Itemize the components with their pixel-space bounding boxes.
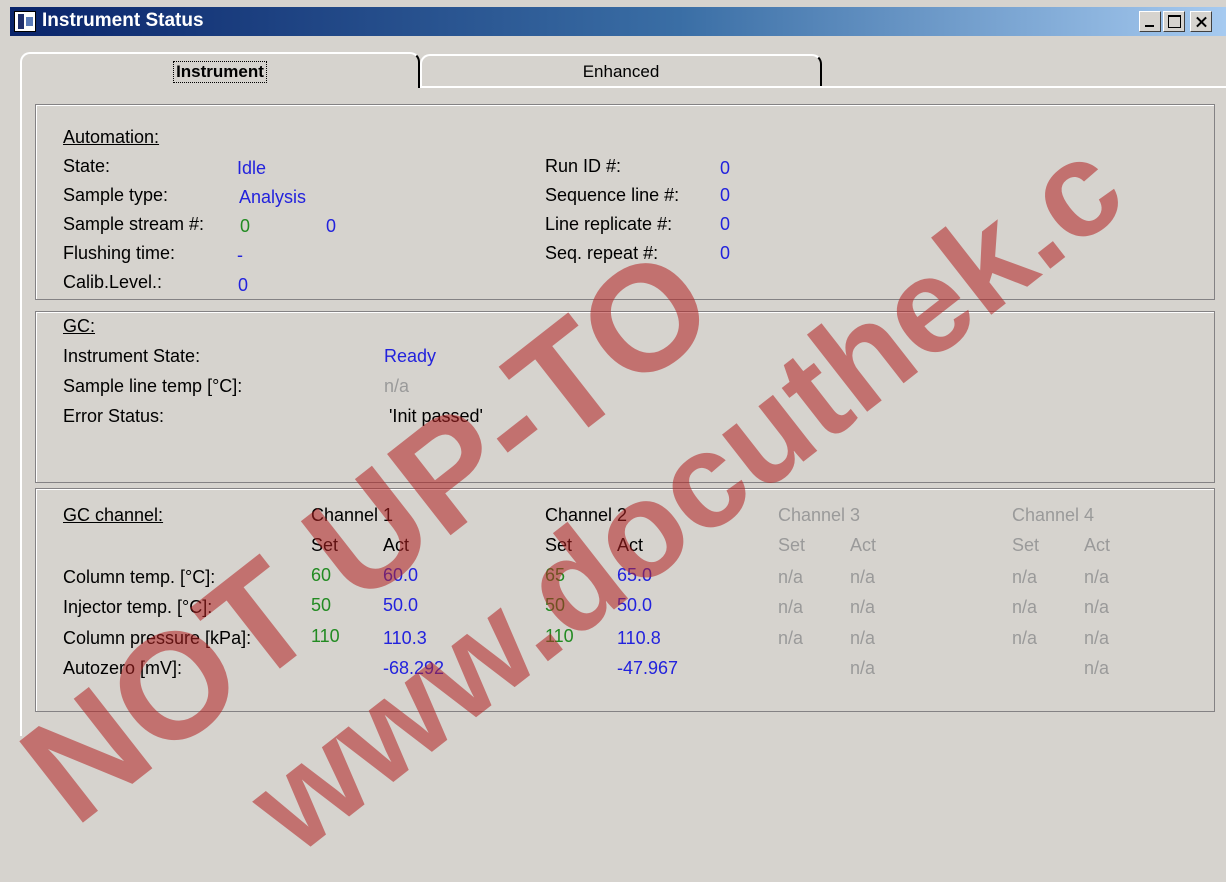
ch3-autozero-act: n/a [850,658,876,678]
channel-1-name: Channel 1 [311,505,394,525]
tab-instrument-label: Instrument [173,61,267,83]
ch3-column-temp-act: n/a [850,567,876,587]
ch4-injector-temp-act: n/a [1084,597,1110,617]
sample-line-temp-value: n/a [384,376,410,396]
gc-header: GC: [63,316,96,336]
flushing-time-label: Flushing time: [63,243,176,263]
ch4-column-pressure-set: n/a [1012,628,1038,648]
title-bar[interactable]: Instrument Status [10,7,1226,36]
run-id-label: Run ID #: [545,156,622,176]
sample-type-value: Analysis [239,187,307,207]
channel-2-act-header: Act [617,535,644,555]
state-value: Idle [237,158,267,178]
ch4-autozero-act: n/a [1084,658,1110,678]
maximize-button[interactable] [1163,11,1185,32]
injector-temp-label: Injector temp. [°C]: [63,597,213,617]
tab-instrument[interactable]: Instrument [20,52,420,88]
tab-enhanced[interactable]: Enhanced [420,54,822,88]
window-title: Instrument Status [42,10,204,31]
ch1-column-temp-act: 60.0 [383,565,419,585]
channel-1-set-header: Set [311,535,339,555]
column-temp-label: Column temp. [°C]: [63,567,216,587]
ch2-injector-temp-set: 50 [545,595,566,615]
ch2-injector-temp-act: 50.0 [617,595,653,615]
ch1-autozero-act: -68.292 [383,658,445,678]
ch3-column-pressure-set: n/a [778,628,804,648]
flushing-time-value: - [237,245,243,265]
error-status-label: Error Status: [63,406,165,426]
channel-3-set-header: Set [778,535,806,555]
minimize-button[interactable] [1139,11,1161,32]
sample-line-temp-label: Sample line temp [°C]: [63,376,243,396]
instrument-state-label: Instrument State: [63,346,201,366]
channel-3-act-header: Act [850,535,877,555]
run-id-value: 0 [720,158,731,178]
sample-stream-value-1: 0 [240,216,251,236]
calib-level-label: Calib.Level.: [63,272,163,292]
instrument-app-icon[interactable] [14,11,36,32]
channel-2-set-header: Set [545,535,573,555]
ch2-column-temp-set: 65 [545,565,566,585]
state-label: State: [63,156,111,176]
tab-enhanced-label: Enhanced [582,62,660,81]
channel-4-act-header: Act [1084,535,1111,555]
calib-level-value: 0 [238,275,249,295]
seq-repeat-label: Seq. repeat #: [545,243,659,263]
error-status-value: 'Init passed' [389,406,483,426]
line-replicate-label: Line replicate #: [545,214,673,234]
instrument-state-value: Ready [384,346,437,366]
channel-4-name: Channel 4 [1012,505,1095,525]
ch2-column-pressure-act: 110.8 [617,628,661,648]
channel-4-set-header: Set [1012,535,1040,555]
sample-stream-label: Sample stream #: [63,214,205,234]
column-pressure-label: Column pressure [kPa]: [63,628,252,648]
channel-2-name: Channel 2 [545,505,628,525]
ch4-column-pressure-act: n/a [1084,628,1110,648]
ch3-column-temp-set: n/a [778,567,804,587]
seq-repeat-value: 0 [720,243,731,263]
channel-3-name: Channel 3 [778,505,861,525]
sample-type-label: Sample type: [63,185,169,205]
sequence-line-value: 0 [720,185,731,205]
ch4-column-temp-set: n/a [1012,567,1038,587]
autozero-label: Autozero [mV]: [63,658,183,678]
ch3-injector-temp-act: n/a [850,597,876,617]
ch1-injector-temp-set: 50 [311,595,332,615]
ch2-autozero-act: -47.967 [617,658,679,678]
ch4-column-temp-act: n/a [1084,567,1110,587]
close-button[interactable] [1190,11,1212,32]
ch4-injector-temp-set: n/a [1012,597,1038,617]
ch3-column-pressure-act: n/a [850,628,876,648]
sequence-line-label: Sequence line #: [545,185,680,205]
ch2-column-temp-act: 65.0 [617,565,653,585]
ch2-column-pressure-set: 110 [545,626,574,646]
ch1-injector-temp-act: 50.0 [383,595,419,615]
line-replicate-value: 0 [720,214,731,234]
ch1-column-pressure-act: 110.3 [383,628,427,648]
ch1-column-pressure-set: 110 [311,626,340,646]
ch3-injector-temp-set: n/a [778,597,804,617]
sample-stream-value-2: 0 [326,216,337,236]
channel-1-act-header: Act [383,535,410,555]
ch1-column-temp-set: 60 [311,565,332,585]
window-left-edge [0,0,10,749]
gc-group [35,311,1215,483]
automation-header: Automation: [63,127,160,147]
gc-channel-header: GC channel: [63,505,164,525]
